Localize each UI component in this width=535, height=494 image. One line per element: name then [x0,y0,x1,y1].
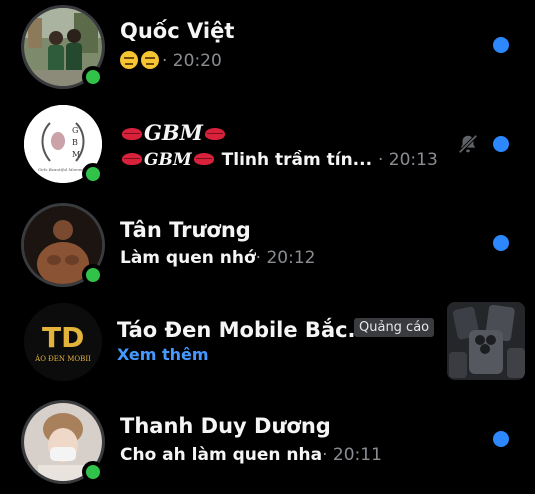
contact-name: Tân Trương [120,218,251,242]
conversation-row-gbm[interactable]: G B M Girls Beautiful Mommies GBM GBM Tl… [0,100,535,196]
sponsored-row-tao-den-mobile[interactable]: TD ÁO ĐEN MOBII Táo Đen Mobile Bắc... Qu… [0,300,535,396]
message-time: · 20:11 [322,445,382,465]
preview-sender: GBM [144,150,192,170]
conversation-row-quoc-viet[interactable]: Quốc Việt · 20:20 [0,0,535,96]
kiss-mark-icon [193,153,214,165]
avatar-caption: ÁO ĐEN MOBII [35,355,91,363]
svg-text:G: G [72,126,78,135]
tao-den-logo-icon: TD ÁO ĐEN MOBII [24,303,102,381]
contact-name: Quốc Việt [120,19,235,43]
message-preview: GBM Tlinh trầm tín... · 20:13 [120,150,438,170]
kiss-mark-icon [204,128,225,140]
expressionless-emoji-icon [120,51,138,69]
muted-bell-icon [458,134,478,154]
avatar[interactable] [24,8,104,88]
unread-indicator [493,235,509,251]
online-status-dot [82,264,104,286]
message-time: · 20:20 [162,51,222,71]
online-status-dot [82,66,104,88]
message-preview: Cho ah làm quen nha· 20:11 [120,445,382,465]
message-preview: Làm quen nhớ· 20:12 [120,248,316,268]
avatar[interactable]: TD ÁO ĐEN MOBII [24,303,104,383]
unread-indicator [493,37,509,53]
unread-indicator [493,431,509,447]
message-time: · 20:12 [255,248,316,268]
expressionless-emoji-icon [141,51,159,69]
kiss-mark-icon [122,128,142,140]
conversation-row-tan-truong[interactable]: Tân Trương Làm quen nhớ· 20:12 [0,200,535,296]
svg-text:TD: TD [42,321,84,354]
message-preview: · 20:20 [120,51,222,71]
ad-image-icon[interactable] [447,302,525,380]
message-time: · 20:13 [377,150,438,170]
sponsored-badge: Quảng cáo [354,318,435,337]
unread-indicator [493,136,509,152]
contact-name: GBM [120,120,227,145]
avatar[interactable] [24,403,104,483]
advertiser-name: Táo Đen Mobile Bắc... [117,318,372,342]
avatar[interactable]: G B M Girls Beautiful Mommies [24,105,104,185]
avatar[interactable] [24,206,104,286]
svg-text:B: B [72,138,78,147]
kiss-mark-icon [122,153,142,165]
contact-name: Thanh Duy Dương [120,414,331,438]
svg-text:M: M [72,150,80,159]
see-more-link[interactable]: Xem thêm [117,345,209,364]
online-status-dot [82,163,104,185]
